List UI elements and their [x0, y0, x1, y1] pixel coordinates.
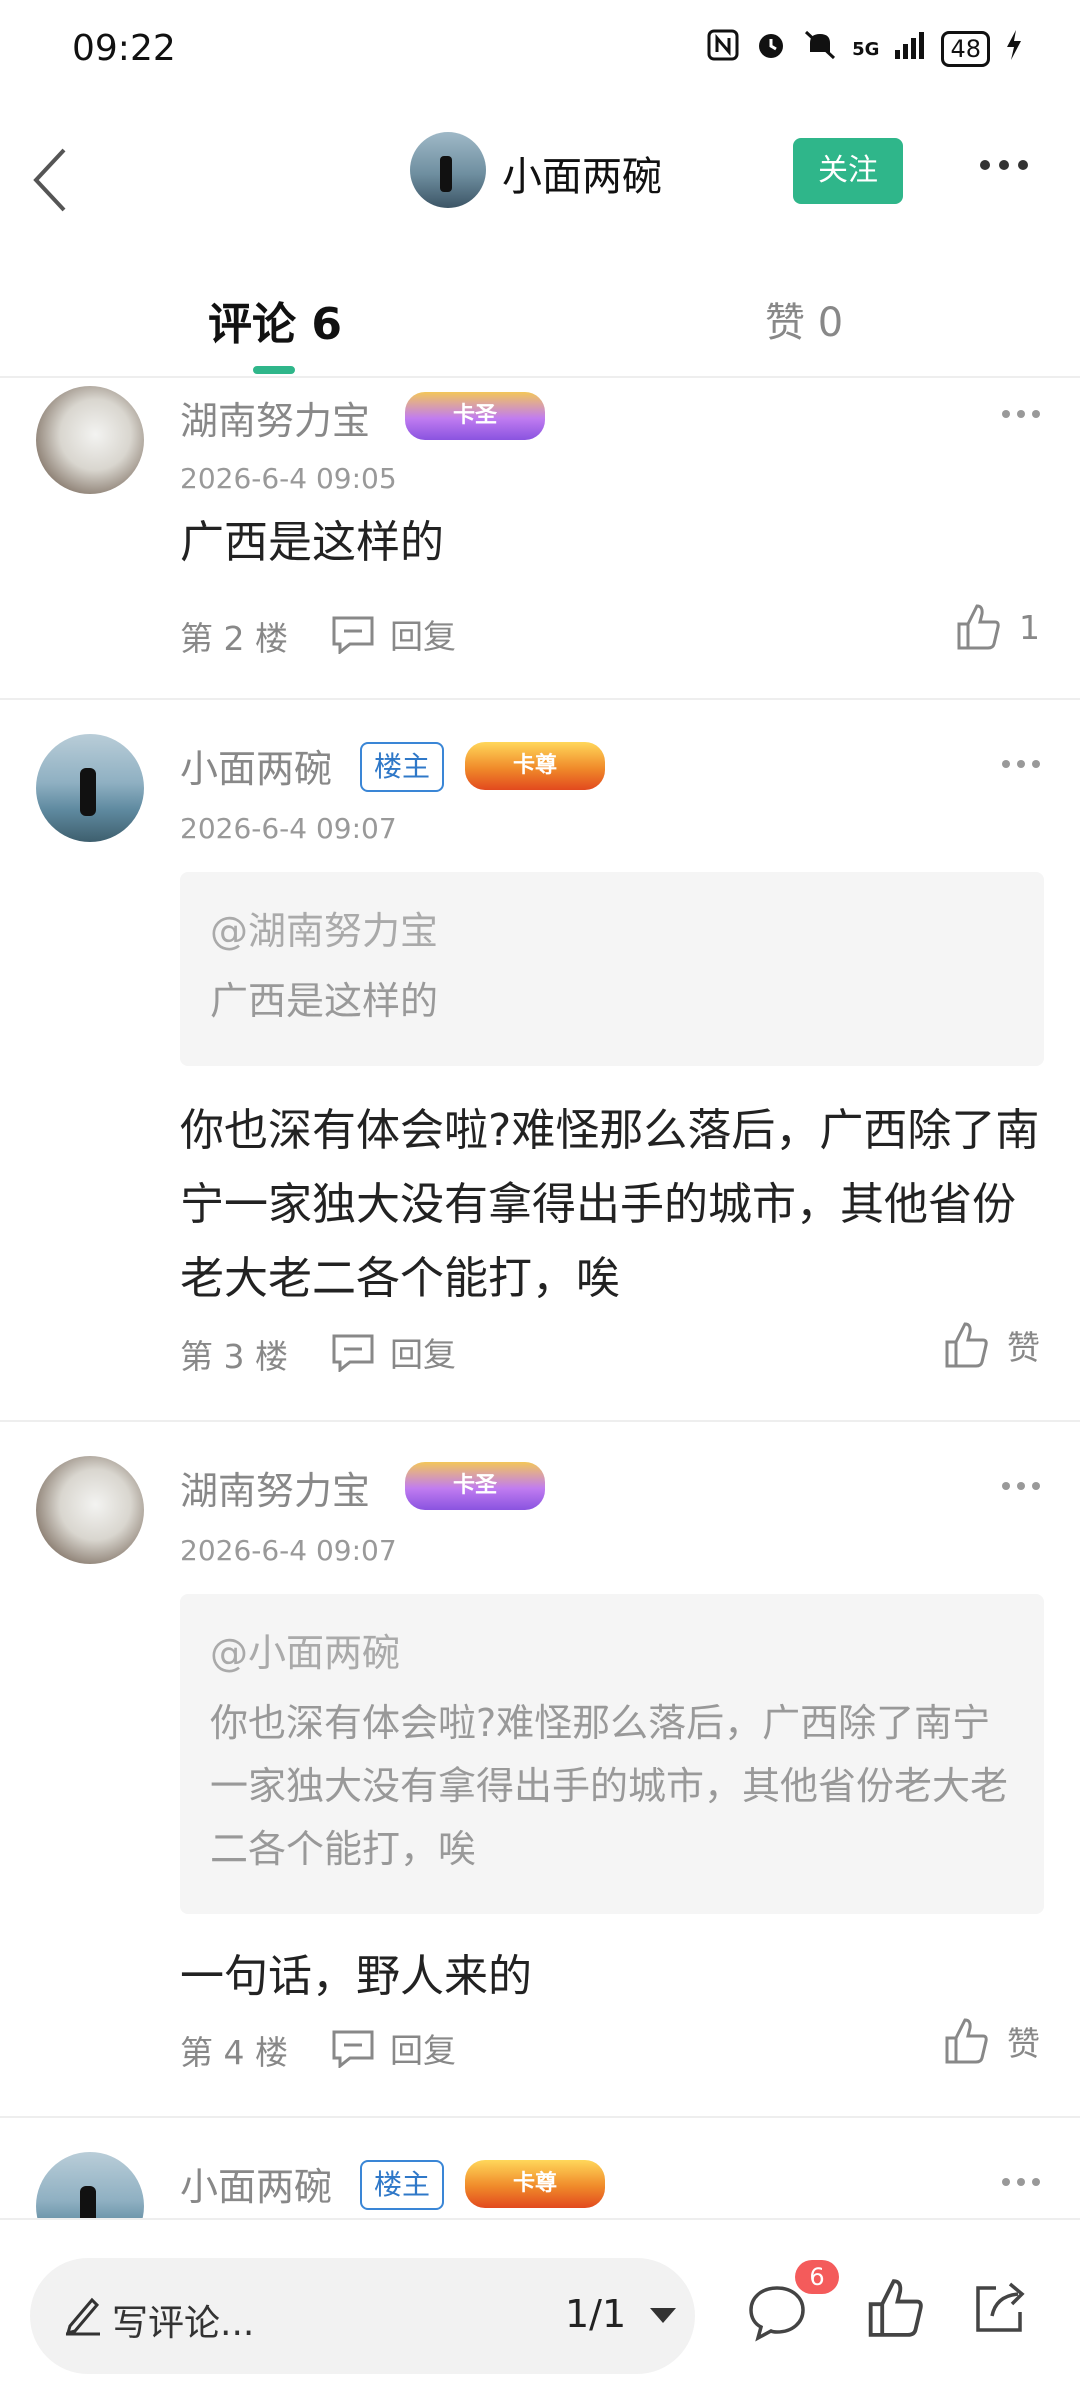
tab-active-indicator: [253, 366, 295, 374]
comments-button[interactable]: [745, 2280, 809, 2344]
quoted-comment: @小面两碗 你也深有体会啦?难怪那么落后，广西除了南宁一家独大没有拿得出手的城市…: [180, 1594, 1044, 1914]
comment-text: 一句话，野人来的: [180, 1951, 532, 2002]
share-button[interactable]: [968, 2276, 1032, 2340]
crown-badge: 卡圣: [405, 392, 545, 440]
comment-user-name[interactable]: 湖南努力宝: [180, 390, 370, 445]
alarm-icon: [754, 28, 788, 70]
comment-item: 小面两碗 楼主 卡尊 2026-6-4 09:07 @湖南努力宝 广西是这样的 …: [0, 698, 1080, 1422]
signal-icon: [893, 30, 927, 68]
like-button[interactable]: 赞: [943, 2016, 1040, 2066]
network-label: 5G: [852, 38, 880, 60]
quoted-user: @湖南努力宝: [210, 909, 439, 953]
crown-badge: 卡尊: [465, 742, 605, 790]
comment-more-icon[interactable]: [1002, 1482, 1040, 1490]
comment-user-name[interactable]: 湖南努力宝: [180, 1460, 370, 1515]
comment-time: 2026-6-4 09:07: [180, 812, 397, 845]
tab-bar: 评论 6 赞 0: [0, 260, 1080, 378]
share-icon: [976, 2282, 1025, 2332]
comment-item: 湖南努力宝 卡圣 2026-6-4 09:05 广西是这样的 第 2 楼 回复 …: [0, 376, 1080, 700]
comment-text: 你也深有体会啦?难怪那么落后，广西除了南宁一家独大没有拿得出手的城市，其他省份老…: [180, 1105, 1040, 1304]
avatar[interactable]: [36, 2152, 144, 2218]
comment-text: 广西是这样的: [180, 517, 444, 568]
comment-user-name[interactable]: 小面两碗: [180, 2156, 332, 2211]
comment-item: 湖南努力宝 卡圣 2026-6-4 09:07 @小面两碗 你也深有体会啦?难怪…: [0, 1420, 1080, 2118]
back-arrow-icon: [33, 148, 66, 212]
floor-label: 第 2 楼: [180, 619, 288, 658]
comment-input-placeholder: 写评论...: [112, 2303, 255, 2344]
comment-time: 2026-6-4 09:05: [180, 462, 397, 495]
quoted-user: @小面两碗: [210, 1631, 401, 1675]
reply-label: 回复: [390, 617, 456, 656]
notification-badge: 6: [795, 2260, 839, 2294]
thumbs-up-icon: [945, 1322, 988, 1368]
floor-label: 第 4 楼: [180, 2033, 288, 2072]
follow-button[interactable]: 关注: [793, 138, 903, 204]
thumbs-up-icon: [945, 2018, 988, 2064]
host-badge: 楼主: [360, 742, 445, 792]
author-avatar[interactable]: [410, 132, 486, 208]
reply-label: 回复: [390, 1335, 456, 1374]
header: 小面两碗 关注: [0, 110, 1080, 240]
thumbs-up-icon: [957, 604, 1000, 650]
page-indicator[interactable]: 1/1: [565, 2292, 626, 2336]
crown-badge: 卡尊: [465, 2160, 605, 2208]
battery-icon: 48: [941, 31, 990, 67]
tab-comments[interactable]: 评论 6: [208, 288, 342, 352]
status-bar: 09:22 5G 48: [0, 0, 1080, 100]
like-count: 1: [1019, 607, 1040, 647]
comment-item: 小面两碗 楼主 卡尊: [0, 2116, 1080, 2218]
quoted-text: 广西是这样的: [210, 979, 439, 1023]
charging-icon: [1004, 28, 1024, 70]
reply-button[interactable]: 回复: [330, 1328, 456, 1376]
page-dropdown-icon[interactable]: [650, 2308, 676, 2323]
comment-more-icon[interactable]: [1002, 410, 1040, 418]
avatar[interactable]: [36, 386, 144, 494]
comment-more-icon[interactable]: [1002, 760, 1040, 768]
reply-icon: [332, 2030, 374, 2068]
comment-more-icon[interactable]: [1002, 2178, 1040, 2186]
pencil-icon: [65, 2297, 100, 2336]
speech-bubble-icon: [749, 2286, 805, 2342]
status-time: 09:22: [72, 28, 176, 69]
avatar[interactable]: [36, 1456, 144, 1564]
author-name[interactable]: 小面两碗: [502, 144, 662, 202]
avatar[interactable]: [36, 734, 144, 842]
status-icons: 5G 48: [706, 28, 1024, 70]
like-label: 赞: [1007, 2024, 1040, 2063]
more-options-icon[interactable]: [980, 160, 1028, 170]
reply-icon: [332, 1334, 374, 1372]
like-label: 赞: [1007, 1328, 1040, 1367]
reply-button[interactable]: 回复: [330, 2024, 456, 2072]
silent-icon: [802, 28, 838, 70]
reply-label: 回复: [390, 2031, 456, 2070]
floor-label: 第 3 楼: [180, 1337, 288, 1376]
tab-likes[interactable]: 赞 0: [765, 290, 843, 348]
thumbs-up-icon: [868, 2279, 923, 2337]
reply-button[interactable]: 回复: [330, 610, 456, 658]
host-badge: 楼主: [360, 2160, 445, 2210]
comment-list[interactable]: 湖南努力宝 卡圣 2026-6-4 09:05 广西是这样的 第 2 楼 回复 …: [0, 376, 1080, 2218]
like-post-button[interactable]: [865, 2276, 925, 2340]
bottom-bar: 写评论... 1/1 6: [0, 2218, 1080, 2402]
comment-input[interactable]: 写评论... 1/1: [30, 2258, 695, 2374]
back-button[interactable]: [28, 140, 88, 220]
quoted-comment: @湖南努力宝 广西是这样的: [180, 872, 1044, 1066]
comment-time: 2026-6-4 09:07: [180, 1534, 397, 1567]
like-button[interactable]: 1: [955, 602, 1040, 652]
quoted-text: 你也深有体会啦?难怪那么落后，广西除了南宁一家独大没有拿得出手的城市，其他省份老…: [210, 1701, 1009, 1871]
crown-badge: 卡圣: [405, 1462, 545, 1510]
nfc-icon: [706, 28, 740, 70]
reply-icon: [332, 616, 374, 654]
comment-user-name[interactable]: 小面两碗: [180, 738, 332, 793]
like-button[interactable]: 赞: [943, 1320, 1040, 1370]
